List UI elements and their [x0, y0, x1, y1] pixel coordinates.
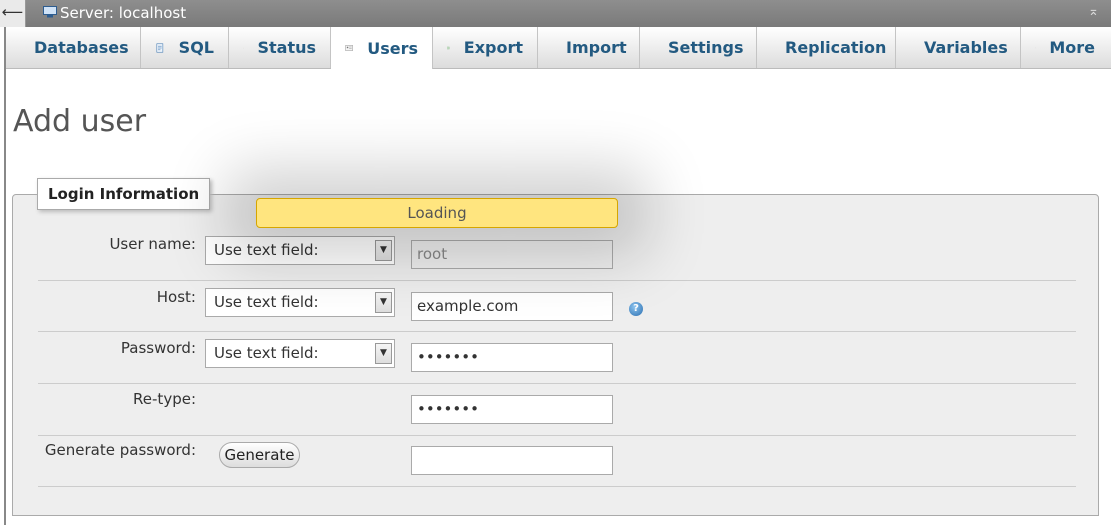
tab-users[interactable]: Users	[331, 27, 433, 69]
select-value: Use text field:	[214, 344, 319, 362]
collapse-icon[interactable]: ⌅	[1088, 4, 1099, 19]
tab-label: SQL	[178, 38, 214, 57]
tab-label: Databases	[34, 38, 129, 57]
password-label: Password:	[120, 339, 196, 357]
retype-password-input[interactable]: •••••••	[411, 395, 613, 424]
tab-label: Replication	[785, 38, 887, 57]
tab-label: Status	[257, 38, 316, 57]
tab-settings[interactable]: Settings	[640, 27, 757, 68]
tab-sql[interactable]: SQL	[141, 27, 229, 68]
tab-label: Variables	[924, 38, 1008, 57]
tab-label: Import	[566, 38, 627, 57]
server-icon	[43, 6, 57, 18]
username-input[interactable]: root	[411, 240, 613, 269]
window-left-border	[0, 0, 6, 525]
tab-variables[interactable]: Variables	[896, 27, 1021, 68]
users-icon	[345, 45, 353, 51]
tab-label: Export	[463, 38, 523, 57]
tab-label: More	[1049, 38, 1095, 57]
retype-label: Re-type:	[133, 390, 196, 408]
sql-icon	[156, 42, 164, 53]
tab-import[interactable]: Import	[538, 27, 640, 68]
username-type-select[interactable]: Use text field: ▼	[205, 236, 395, 265]
tab-databases[interactable]: Databases	[6, 27, 141, 68]
chevron-down-icon: ▼	[375, 240, 392, 261]
chevron-down-icon: ▼	[375, 292, 392, 313]
username-label: User name:	[109, 235, 196, 253]
loading-notification: Loading	[256, 198, 618, 228]
host-input[interactable]: example.com	[411, 292, 613, 321]
back-icon[interactable]: ⟵	[0, 0, 26, 27]
server-title[interactable]: Server: localhost	[60, 4, 186, 22]
password-input[interactable]: •••••••	[411, 343, 613, 372]
chevron-down-icon: ▼	[375, 343, 392, 364]
select-value: Use text field:	[214, 241, 319, 259]
main-tabs: Databases SQL Status Users Export Import…	[6, 27, 1111, 69]
export-icon	[447, 46, 450, 49]
tab-export[interactable]: Export	[433, 27, 538, 68]
tab-status[interactable]: Status	[229, 27, 331, 68]
password-type-select[interactable]: Use text field: ▼	[205, 339, 395, 368]
fieldset-legend: Login Information	[37, 178, 211, 210]
generate-password-label: Generate password:	[44, 441, 196, 459]
host-label: Host:	[156, 288, 196, 306]
tab-label: Settings	[668, 38, 744, 57]
generate-button[interactable]: Generate	[219, 442, 300, 468]
generated-password-input[interactable]	[411, 446, 613, 475]
tab-more[interactable]: More	[1021, 27, 1109, 68]
host-type-select[interactable]: Use text field: ▼	[205, 288, 395, 317]
page-title: Add user	[13, 104, 147, 139]
select-value: Use text field:	[214, 293, 319, 311]
tab-label: Users	[367, 38, 418, 58]
tab-replication[interactable]: Replication	[757, 27, 896, 68]
help-icon[interactable]: ?	[629, 302, 643, 316]
server-titlebar: ⟵ Server: localhost ⌅	[0, 0, 1111, 27]
